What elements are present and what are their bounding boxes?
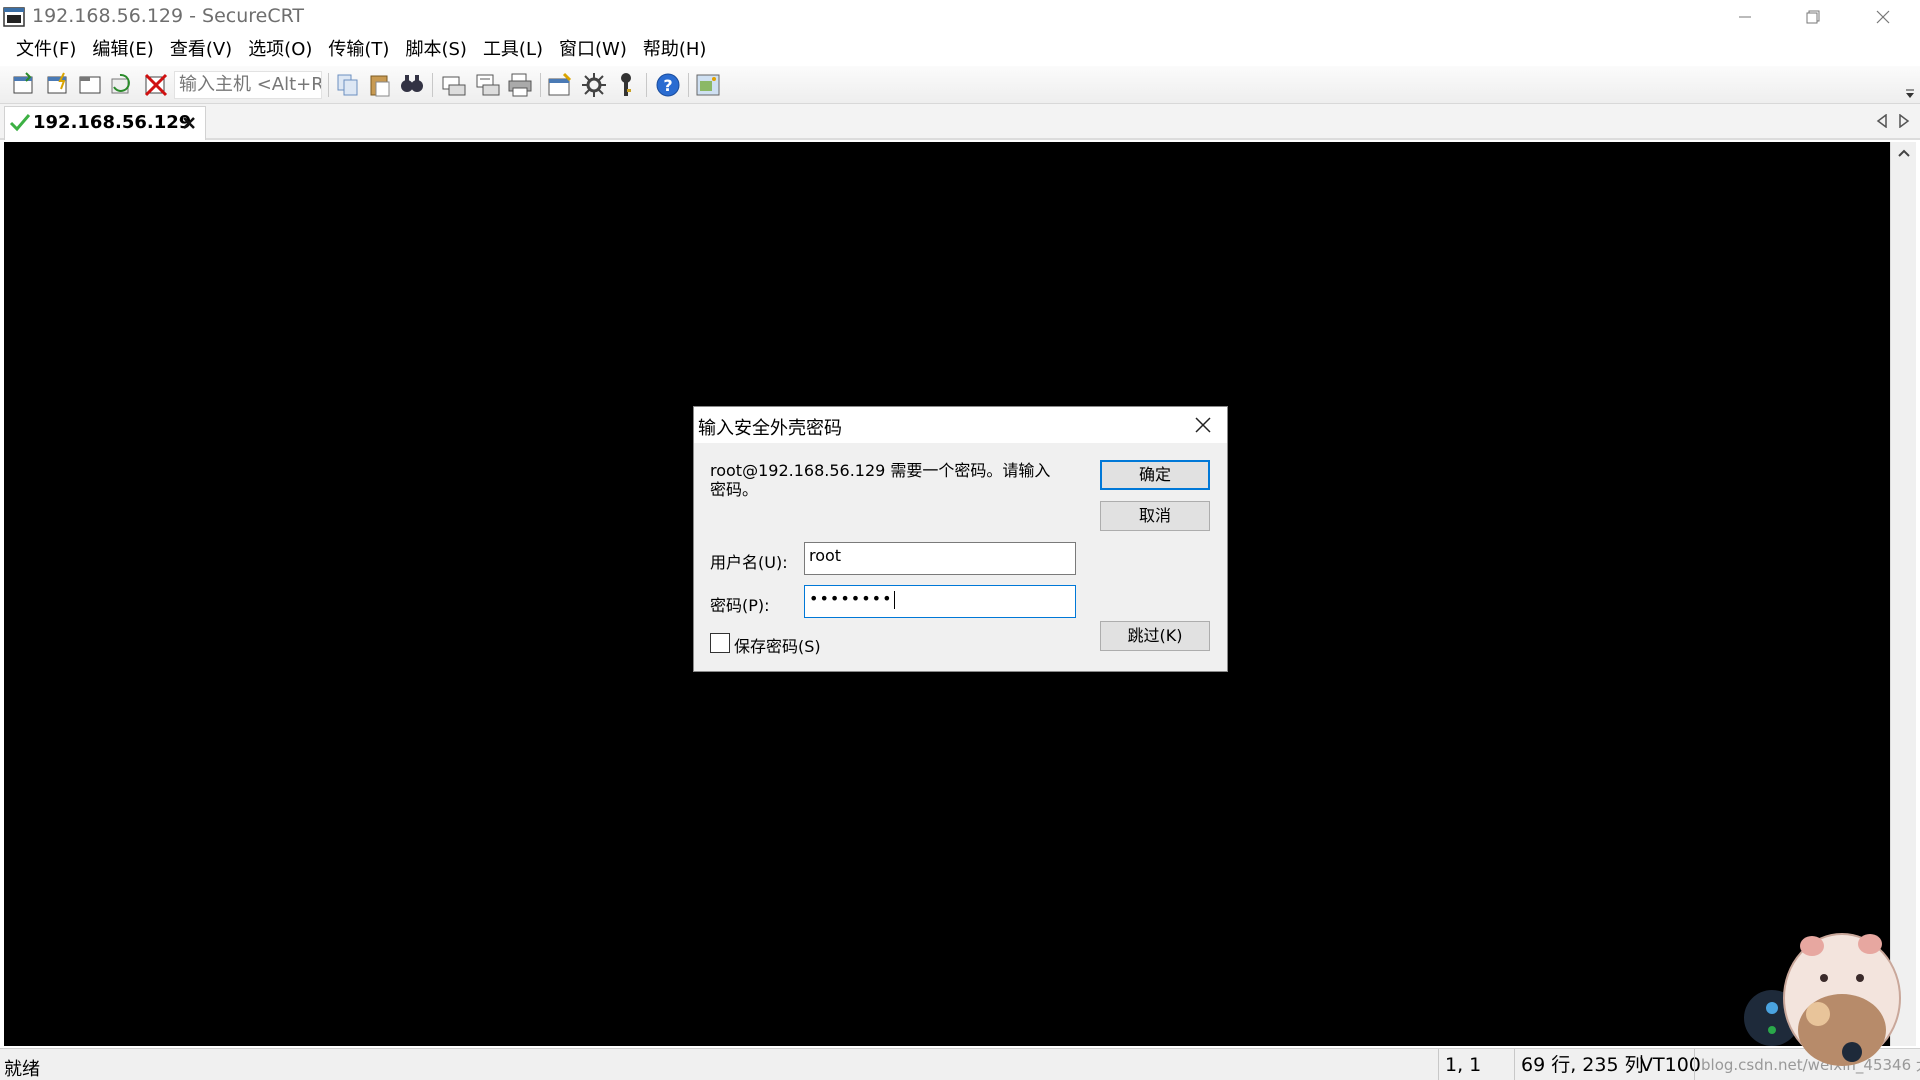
terminal-scrollbar[interactable] <box>1890 142 1916 1046</box>
cursor-position: 1, 1 <box>1438 1049 1512 1080</box>
connect-tab-icon[interactable] <box>76 71 104 99</box>
tab-scroll-left-icon[interactable] <box>1876 114 1888 128</box>
menu-transfer[interactable]: 传输(T) <box>320 34 397 66</box>
close-tab-icon[interactable] <box>181 115 197 131</box>
scroll-up-icon[interactable] <box>1897 148 1911 158</box>
toolbar-separator <box>540 73 541 97</box>
print-selection-icon[interactable] <box>474 71 502 99</box>
menu-view[interactable]: 查看(V) <box>162 34 240 66</box>
svg-text:?: ? <box>663 76 672 95</box>
menu-script[interactable]: 脚本(S) <box>397 34 474 66</box>
menu-file[interactable]: 文件(F) <box>8 34 84 66</box>
dialog-close-button[interactable] <box>1190 413 1216 437</box>
menu-edit[interactable]: 编辑(E) <box>84 34 161 66</box>
toolbar-separator <box>328 73 329 97</box>
close-icon <box>1195 417 1211 433</box>
global-options-icon[interactable] <box>580 71 608 99</box>
text-caret <box>893 590 895 609</box>
status-text: 就绪 <box>4 1059 40 1080</box>
print-screen-icon[interactable] <box>440 71 468 99</box>
connect-icon[interactable] <box>10 71 38 99</box>
print-icon[interactable] <box>506 71 534 99</box>
keymap-icon[interactable] <box>612 71 640 99</box>
username-label: 用户名(U): <box>710 553 788 572</box>
securecrt-app-icon <box>3 7 25 27</box>
status-bar: 就绪 1, 1 69 行, 235 列 VT100 blog.csdn.net/… <box>0 1048 1920 1080</box>
session-tab-label: 192.168.56.129 <box>33 112 192 133</box>
session-options-icon[interactable] <box>546 71 574 99</box>
quick-connect-input[interactable]: 输入主机 <Alt+R> <box>174 71 322 99</box>
username-field[interactable]: root <box>804 542 1076 575</box>
menu-help[interactable]: 帮助(H) <box>635 34 715 66</box>
dialog-message: root@192.168.56.129 需要一个密码。请输入密码。 <box>710 461 1051 499</box>
password-label: 密码(P): <box>710 596 770 615</box>
mascot-image <box>1744 933 1901 1066</box>
copy-icon[interactable] <box>334 71 362 99</box>
password-dialog: 输入安全外壳密码 root@192.168.56.129 需要一个密码。请输入密… <box>693 406 1228 672</box>
window-title: 192.168.56.129 - SecureCRT <box>32 5 305 27</box>
restore-button[interactable] <box>1778 0 1848 34</box>
toolbar-separator <box>646 73 647 97</box>
toolbar-separator <box>688 73 689 97</box>
find-icon[interactable] <box>398 71 426 99</box>
toolbar: 输入主机 <Alt+R> ? <box>0 66 1920 104</box>
session-tab[interactable]: 192.168.56.129 <box>4 106 206 140</box>
paste-icon[interactable] <box>366 71 394 99</box>
dialog-title: 输入安全外壳密码 <box>698 418 842 439</box>
disconnect-icon[interactable] <box>142 71 170 99</box>
title-bar: 192.168.56.129 - SecureCRT <box>0 0 1920 34</box>
screen-capture-icon[interactable] <box>694 71 722 99</box>
close-icon <box>1876 10 1890 24</box>
menu-bar: 文件(F) 编辑(E) 查看(V) 选项(O) 传输(T) 脚本(S) 工具(L… <box>0 34 1920 66</box>
menu-tools[interactable]: 工具(L) <box>475 34 551 66</box>
reconnect-icon[interactable] <box>108 71 136 99</box>
connected-check-icon <box>9 114 31 132</box>
close-button[interactable] <box>1848 0 1918 34</box>
minimize-button[interactable] <box>1710 0 1780 34</box>
ok-button[interactable]: 确定 <box>1100 460 1210 490</box>
restore-icon <box>1806 10 1820 24</box>
dialog-title-bar: 输入安全外壳密码 <box>694 407 1227 443</box>
cancel-button[interactable]: 取消 <box>1100 501 1210 531</box>
minimize-icon <box>1739 16 1751 18</box>
tab-bar: 192.168.56.129 <box>0 104 1920 140</box>
menu-window[interactable]: 窗口(W) <box>551 34 635 66</box>
help-icon[interactable]: ? <box>654 71 682 99</box>
tab-scroll-right-icon[interactable] <box>1898 114 1910 128</box>
terminal-type: VT100 <box>1640 1054 1701 1076</box>
menu-options[interactable]: 选项(O) <box>240 34 320 66</box>
skip-button[interactable]: 跳过(K) <box>1100 621 1210 651</box>
toolbar-overflow-icon[interactable] <box>1904 88 1916 100</box>
password-value: •••••••• <box>809 589 893 608</box>
toolbar-separator <box>432 73 433 97</box>
quick-connect-icon[interactable] <box>44 71 72 99</box>
save-password-label[interactable]: 保存密码(S) <box>734 633 821 657</box>
save-password-checkbox[interactable] <box>710 633 730 653</box>
password-field[interactable]: •••••••• <box>804 585 1076 618</box>
